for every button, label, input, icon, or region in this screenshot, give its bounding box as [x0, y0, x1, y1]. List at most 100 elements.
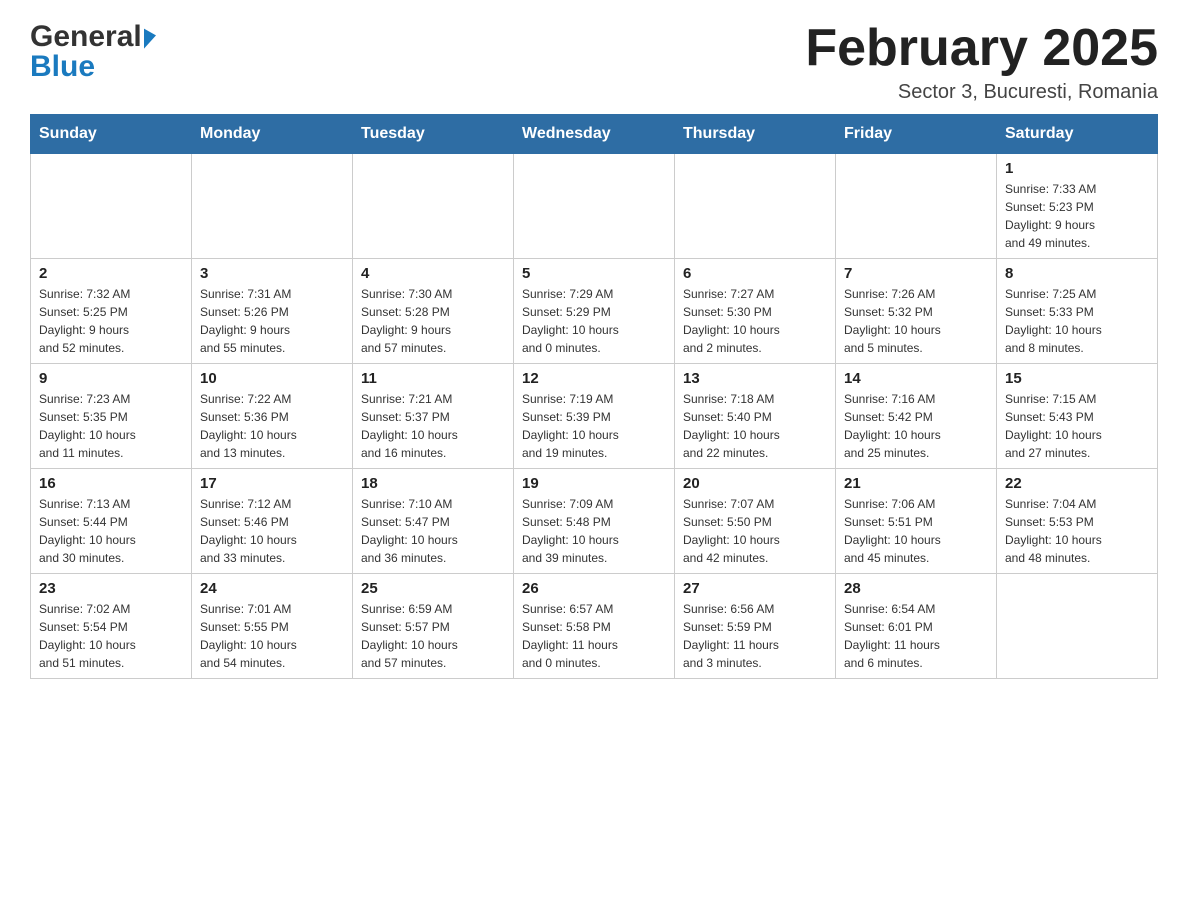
day-info: Sunrise: 7:16 AM Sunset: 5:42 PM Dayligh… [844, 390, 988, 462]
day-number: 12 [522, 370, 666, 387]
location-subtitle: Sector 3, Bucuresti, Romania [805, 81, 1158, 104]
logo-general-text: General [30, 20, 142, 54]
calendar-table: SundayMondayTuesdayWednesdayThursdayFrid… [30, 114, 1158, 679]
calendar-cell: 2Sunrise: 7:32 AM Sunset: 5:25 PM Daylig… [31, 259, 192, 364]
calendar-cell [353, 154, 514, 259]
calendar-cell: 3 Sunrise: 7:31 AM Sunset: 5:26 PM Daylig… [192, 259, 353, 364]
calendar-cell: 20 Sunrise: 7:07 AM Sunset: 5:50 PM Dayli… [675, 469, 836, 574]
calendar-cell: 7 Sunrise: 7:26 AM Sunset: 5:32 PM Daylig… [836, 259, 997, 364]
day-number: 15 [1005, 370, 1149, 387]
day-info: Sunrise: 7:30 AM Sunset: 5:28 PM Dayligh… [361, 285, 505, 357]
day-number: 13 [683, 370, 827, 387]
day-number: 11 [361, 370, 505, 387]
day-number: 18 [361, 475, 505, 492]
calendar-cell: 11 Sunrise: 7:21 AM Sunset: 5:37 PM Dayli… [353, 364, 514, 469]
logo-arrow-icon [144, 25, 156, 48]
day-info: Sunrise: 6:56 AM Sunset: 5:59 PM Dayligh… [683, 600, 827, 672]
day-number: 6 [683, 265, 827, 282]
day-number: 20 [683, 475, 827, 492]
calendar-cell: 12 Sunrise: 7:19 AM Sunset: 5:39 PM Dayli… [514, 364, 675, 469]
day-info: Sunrise: 7:18 AM Sunset: 5:40 PM Dayligh… [683, 390, 827, 462]
calendar-cell: 17Sunrise: 7:12 AM Sunset: 5:46 PM Dayli… [192, 469, 353, 574]
day-number: 3 [200, 265, 344, 282]
day-number: 21 [844, 475, 988, 492]
day-info: Sunrise: 7:21 AM Sunset: 5:37 PM Dayligh… [361, 390, 505, 462]
calendar-week-5: 23 Sunrise: 7:02 AM Sunset: 5:54 PM Dayli… [31, 574, 1158, 679]
calendar-cell: 26 Sunrise: 6:57 AM Sunset: 5:58 PM Dayli… [514, 574, 675, 679]
column-header-tuesday: Tuesday [353, 115, 514, 154]
day-number: 5 [522, 265, 666, 282]
calendar-cell: 6Sunrise: 7:27 AM Sunset: 5:30 PM Daylig… [675, 259, 836, 364]
calendar-cell: 9 Sunrise: 7:23 AM Sunset: 5:35 PM Daylig… [31, 364, 192, 469]
calendar-cell: 21 Sunrise: 7:06 AM Sunset: 5:51 PM Dayli… [836, 469, 997, 574]
day-info: Sunrise: 7:02 AM Sunset: 5:54 PM Dayligh… [39, 600, 183, 672]
calendar-week-1: 1 Sunrise: 7:33 AM Sunset: 5:23 PM Daylig… [31, 154, 1158, 259]
column-header-sunday: Sunday [31, 115, 192, 154]
calendar-cell [675, 154, 836, 259]
calendar-cell [836, 154, 997, 259]
day-number: 22 [1005, 475, 1149, 492]
day-info: Sunrise: 7:15 AM Sunset: 5:43 PM Dayligh… [1005, 390, 1149, 462]
calendar-cell [31, 154, 192, 259]
calendar-cell: 25Sunrise: 6:59 AM Sunset: 5:57 PM Dayli… [353, 574, 514, 679]
calendar-cell: 27 Sunrise: 6:56 AM Sunset: 5:59 PM Dayli… [675, 574, 836, 679]
calendar-cell: 16 Sunrise: 7:13 AM Sunset: 5:44 PM Dayli… [31, 469, 192, 574]
calendar-cell: 1 Sunrise: 7:33 AM Sunset: 5:23 PM Daylig… [997, 154, 1158, 259]
day-info: Sunrise: 7:13 AM Sunset: 5:44 PM Dayligh… [39, 495, 183, 567]
logo-blue-text: Blue [30, 50, 95, 84]
day-number: 17 [200, 475, 344, 492]
day-info: Sunrise: 7:23 AM Sunset: 5:35 PM Dayligh… [39, 390, 183, 462]
day-info: Sunrise: 7:25 AM Sunset: 5:33 PM Dayligh… [1005, 285, 1149, 357]
day-info: Sunrise: 7:01 AM Sunset: 5:55 PM Dayligh… [200, 600, 344, 672]
calendar-cell [514, 154, 675, 259]
day-number: 23 [39, 580, 183, 597]
calendar-cell: 14 Sunrise: 7:16 AM Sunset: 5:42 PM Dayli… [836, 364, 997, 469]
day-number: 14 [844, 370, 988, 387]
calendar-cell: 8 Sunrise: 7:25 AM Sunset: 5:33 PM Daylig… [997, 259, 1158, 364]
column-header-wednesday: Wednesday [514, 115, 675, 154]
day-number: 16 [39, 475, 183, 492]
day-number: 8 [1005, 265, 1149, 282]
day-info: Sunrise: 7:06 AM Sunset: 5:51 PM Dayligh… [844, 495, 988, 567]
day-number: 7 [844, 265, 988, 282]
calendar-cell: 13 Sunrise: 7:18 AM Sunset: 5:40 PM Dayli… [675, 364, 836, 469]
day-info: Sunrise: 7:31 AM Sunset: 5:26 PM Dayligh… [200, 285, 344, 357]
day-number: 1 [1005, 160, 1149, 177]
day-info: Sunrise: 7:07 AM Sunset: 5:50 PM Dayligh… [683, 495, 827, 567]
day-info: Sunrise: 7:26 AM Sunset: 5:32 PM Dayligh… [844, 285, 988, 357]
day-number: 19 [522, 475, 666, 492]
day-info: Sunrise: 6:54 AM Sunset: 6:01 PM Dayligh… [844, 600, 988, 672]
day-number: 9 [39, 370, 183, 387]
day-number: 2 [39, 265, 183, 282]
calendar-cell [192, 154, 353, 259]
calendar-cell: 28 Sunrise: 6:54 AM Sunset: 6:01 PM Dayli… [836, 574, 997, 679]
calendar-week-2: 2Sunrise: 7:32 AM Sunset: 5:25 PM Daylig… [31, 259, 1158, 364]
calendar-cell: 4 Sunrise: 7:30 AM Sunset: 5:28 PM Daylig… [353, 259, 514, 364]
day-number: 28 [844, 580, 988, 597]
title-block: February 2025 Sector 3, Bucuresti, Roman… [805, 20, 1158, 104]
calendar-cell: 22 Sunrise: 7:04 AM Sunset: 5:53 PM Dayli… [997, 469, 1158, 574]
column-header-monday: Monday [192, 115, 353, 154]
calendar-cell: 23 Sunrise: 7:02 AM Sunset: 5:54 PM Dayli… [31, 574, 192, 679]
day-info: Sunrise: 7:22 AM Sunset: 5:36 PM Dayligh… [200, 390, 344, 462]
calendar-week-4: 16 Sunrise: 7:13 AM Sunset: 5:44 PM Dayli… [31, 469, 1158, 574]
day-info: Sunrise: 7:10 AM Sunset: 5:47 PM Dayligh… [361, 495, 505, 567]
calendar-week-3: 9 Sunrise: 7:23 AM Sunset: 5:35 PM Daylig… [31, 364, 1158, 469]
day-info: Sunrise: 7:04 AM Sunset: 5:53 PM Dayligh… [1005, 495, 1149, 567]
calendar-body: 1 Sunrise: 7:33 AM Sunset: 5:23 PM Daylig… [31, 154, 1158, 679]
page-header: General Blue February 2025 Sector 3, Buc… [30, 20, 1158, 104]
calendar-cell: 15 Sunrise: 7:15 AM Sunset: 5:43 PM Dayli… [997, 364, 1158, 469]
column-header-thursday: Thursday [675, 115, 836, 154]
column-header-saturday: Saturday [997, 115, 1158, 154]
header-row: SundayMondayTuesdayWednesdayThursdayFrid… [31, 115, 1158, 154]
day-info: Sunrise: 6:57 AM Sunset: 5:58 PM Dayligh… [522, 600, 666, 672]
calendar-cell [997, 574, 1158, 679]
day-info: Sunrise: 7:19 AM Sunset: 5:39 PM Dayligh… [522, 390, 666, 462]
day-info: Sunrise: 6:59 AM Sunset: 5:57 PM Dayligh… [361, 600, 505, 672]
logo: General Blue [30, 20, 156, 84]
day-number: 4 [361, 265, 505, 282]
day-info: Sunrise: 7:33 AM Sunset: 5:23 PM Dayligh… [1005, 180, 1149, 252]
day-number: 26 [522, 580, 666, 597]
day-number: 27 [683, 580, 827, 597]
column-header-friday: Friday [836, 115, 997, 154]
